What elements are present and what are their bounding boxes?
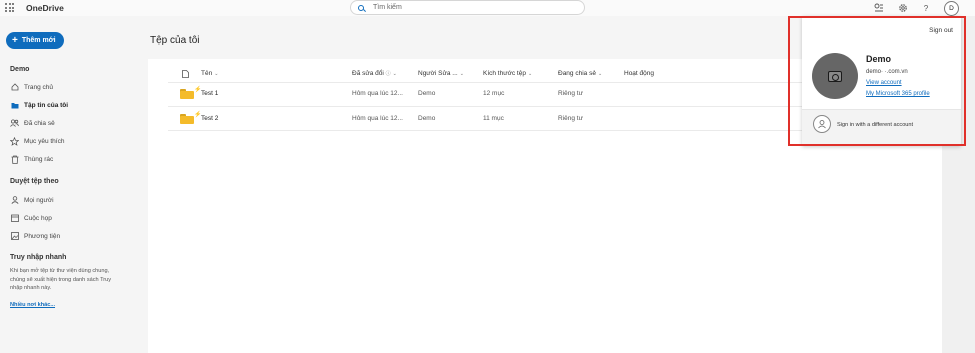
add-new-button[interactable]: + Thêm mới [6, 32, 64, 49]
column-header-modified[interactable]: Đã sửa đổi ⓘ ⌄ [352, 70, 397, 77]
sidebar-item-media[interactable]: Phương tiện [10, 230, 60, 242]
sidebar-item-label: Mọi người [24, 196, 54, 204]
sidebar-item-label: Phương tiện [24, 232, 61, 240]
browse-heading: Duyệt tệp theo [10, 178, 59, 185]
more-places-link[interactable]: Nhiều nơi khác... [10, 302, 55, 308]
modified-by-cell[interactable]: Demo [418, 90, 435, 97]
home-icon [10, 83, 19, 92]
highlight-frame [788, 16, 966, 146]
column-header-size[interactable]: Kích thước tệp ⌄ [483, 70, 532, 77]
help-icon[interactable]: ? [920, 2, 932, 14]
search-icon [358, 4, 364, 11]
sidebar-item-label: Mục yêu thích [24, 137, 65, 145]
info-icon: ⓘ [385, 71, 391, 77]
person-icon [10, 196, 19, 205]
sidebar-item-home[interactable]: Trang chủ [10, 81, 53, 93]
sidebar-item-people[interactable]: Mọi người [10, 194, 54, 206]
sidebar-item-label: Thùng rác [24, 155, 54, 163]
sidebar-item-meetings[interactable]: Cuộc họp [10, 212, 52, 224]
plus-icon: + [12, 34, 18, 46]
search-box[interactable]: Tìm kiếm [350, 0, 585, 15]
sidebar-item-shared[interactable]: Đã chia sẻ [10, 117, 55, 129]
column-modified-by-label: Người Sửa ... [418, 70, 458, 77]
app-brand[interactable]: OneDrive [26, 3, 64, 13]
chevron-down-icon: ⌄ [392, 71, 397, 77]
sidebar-item-label: Trang chủ [24, 83, 54, 91]
quick-access-description: Khi bạn mở tệp từ thư viện dùng chung, c… [10, 268, 112, 291]
column-header-sharing[interactable]: Đang chia sẻ ⌄ [558, 70, 602, 77]
calendar-icon [10, 214, 19, 223]
file-name-link[interactable]: Test 1 [201, 90, 218, 97]
size-cell: 11 mục [483, 115, 504, 122]
people-icon [10, 119, 19, 128]
top-bar: OneDrive Tìm kiếm ? D [0, 0, 975, 16]
add-new-label: Thêm mới [21, 37, 56, 44]
folder-icon: ⚡ [180, 87, 201, 99]
user-avatar-button[interactable]: D [944, 1, 959, 16]
image-icon [10, 232, 19, 241]
column-header-modified-by[interactable]: Người Sửa ... ⌄ [418, 70, 464, 77]
account-heading: Demo [10, 66, 30, 73]
column-header-activity: Hoạt động [624, 70, 654, 77]
sidebar-item-my-files[interactable]: Tập tin của tôi [10, 99, 68, 111]
column-sharing-label: Đang chia sẻ [558, 70, 596, 77]
sidebar-item-label: Tập tin của tôi [24, 101, 69, 109]
sidebar-item-label: Cuộc họp [24, 214, 52, 222]
column-header-name[interactable]: Tên ⌄ [201, 70, 218, 77]
column-modified-label: Đã sửa đổi [352, 70, 384, 77]
chevron-down-icon: ⌄ [459, 71, 464, 77]
chevron-down-icon: ⌄ [214, 71, 219, 77]
sidebar-item-favorites[interactable]: Mục yêu thích [10, 135, 64, 147]
size-cell: 12 mục [483, 90, 505, 97]
chevron-down-icon: ⌄ [597, 71, 603, 77]
column-size-label: Kích thước tệp [483, 70, 526, 77]
sharing-cell: Riêng tư [558, 115, 583, 122]
folder-icon [10, 101, 19, 110]
star-icon [10, 136, 19, 146]
settings-icon[interactable] [897, 2, 909, 14]
page-title: Tệp của tôi [150, 35, 200, 46]
file-type-icon[interactable] [182, 70, 189, 80]
rewards-icon[interactable] [873, 2, 885, 14]
modified-by-cell[interactable]: Demo [418, 115, 435, 122]
waffle-icon[interactable] [5, 3, 14, 12]
quick-access-heading: Truy nhập nhanh [10, 254, 67, 261]
modified-cell: Hôm qua lúc 12... [352, 115, 403, 122]
file-name-link[interactable]: Test 2 [201, 115, 218, 122]
sharing-cell: Riêng tư [558, 90, 583, 97]
trash-icon [10, 155, 19, 164]
search-placeholder: Tìm kiếm [373, 4, 402, 11]
modified-cell: Hôm qua lúc 12... [352, 90, 403, 97]
column-name-label: Tên [201, 70, 213, 77]
folder-icon: ⚡ [180, 112, 201, 124]
sidebar-item-trash[interactable]: Thùng rác [10, 153, 53, 165]
sidebar-item-label: Đã chia sẻ [24, 119, 55, 127]
chevron-down-icon: ⌄ [527, 71, 533, 77]
